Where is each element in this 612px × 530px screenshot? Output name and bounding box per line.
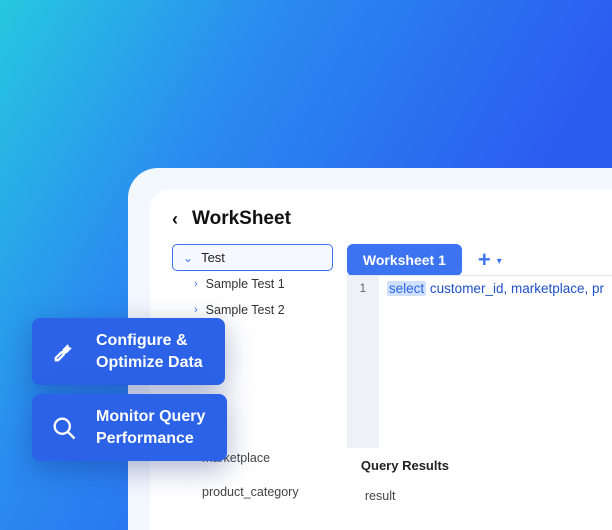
content-row: ⌄ Test › Sample Test 1 › Sample Test 2 m… (172, 244, 612, 530)
results-title: Query Results (361, 458, 612, 473)
header: ‹ WorkSheet (172, 208, 612, 230)
chevron-right-icon: › (194, 278, 198, 290)
sidebar: ⌄ Test › Sample Test 1 › Sample Test 2 m… (172, 244, 333, 530)
code-columns: customer_id, marketplace, pr (426, 281, 604, 296)
magnifier-icon (48, 412, 80, 444)
keyword-select: select (387, 281, 426, 296)
feature-card-text: Configure & Optimize Data (96, 330, 203, 373)
tab-worksheet-1[interactable]: Worksheet 1 (347, 244, 462, 276)
feature-configure-card[interactable]: Configure & Optimize Data (32, 318, 225, 385)
feature-card-text: Monitor Query Performance (96, 406, 205, 449)
dropdown-label: Test (201, 250, 225, 265)
chevron-down-icon: ▾ (497, 256, 502, 267)
sql-editor[interactable]: 1 select customer_id, marketplace, pr (347, 275, 612, 448)
tree-item-sample-1[interactable]: › Sample Test 1 (172, 271, 333, 297)
back-button[interactable]: ‹ (172, 210, 178, 228)
query-results: Query Results result (347, 448, 612, 503)
field-product-category[interactable]: product_category (202, 475, 333, 509)
chevron-right-icon: › (194, 304, 198, 316)
chevron-down-icon: ⌄ (183, 251, 193, 265)
tree-item-label: Sample Test 2 (206, 303, 285, 317)
tree-item-label: Sample Test 1 (206, 277, 285, 291)
feature-monitor-card[interactable]: Monitor Query Performance (32, 394, 227, 461)
results-column-header: result (361, 473, 612, 503)
line-gutter: 1 (347, 276, 379, 448)
plus-icon: + (478, 247, 491, 273)
line-number: 1 (347, 281, 379, 295)
tab-row: Worksheet 1 + ▾ (347, 244, 612, 276)
wrench-icon (48, 336, 80, 368)
main-column: Worksheet 1 + ▾ 1 select customer_id, ma… (347, 244, 612, 530)
code-line: select customer_id, marketplace, pr (379, 276, 612, 448)
test-dropdown[interactable]: ⌄ Test (172, 244, 333, 271)
page-title: WorkSheet (192, 208, 291, 230)
add-tab-button[interactable]: + ▾ (472, 247, 508, 273)
